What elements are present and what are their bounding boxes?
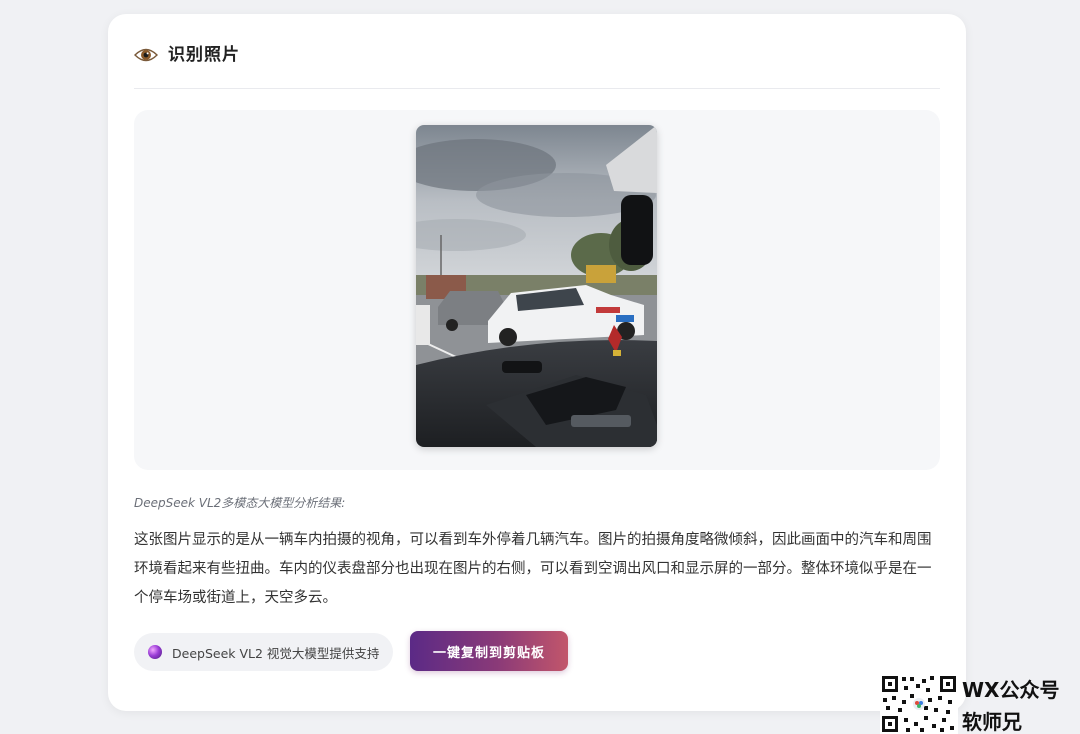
watermark: WX公众号 软师兄 bbox=[880, 672, 1080, 734]
support-label: DeepSeek VL2 视觉大模型提供支持 bbox=[172, 645, 380, 661]
result-text: 这张图片显示的是从一辆车内拍摄的视角，可以看到车外停着几辆汽车。图片的拍摄角度略… bbox=[134, 532, 932, 606]
eye-icon bbox=[134, 47, 158, 63]
card-header: 识别照片 bbox=[134, 42, 940, 89]
card-title: 识别照片 bbox=[168, 45, 240, 65]
uploaded-photo[interactable] bbox=[416, 125, 657, 447]
support-badge: DeepSeek VL2 视觉大模型提供支持 bbox=[134, 633, 394, 671]
photo-preview-panel bbox=[134, 110, 940, 470]
qr-code-icon bbox=[880, 674, 958, 734]
recognize-photo-card: 识别照片 DeepSeek VL2多模态大模型分析结果: 这张图片显示的是从一辆… bbox=[108, 14, 966, 711]
orb-icon bbox=[148, 645, 162, 659]
result-caption: DeepSeek VL2多模态大模型分析结果: bbox=[134, 496, 346, 510]
watermark-line1: WX公众号 bbox=[962, 678, 1060, 702]
page: 识别照片 DeepSeek VL2多模态大模型分析结果: 这张图片显示的是从一辆… bbox=[0, 0, 1080, 734]
copy-to-clipboard-button[interactable]: 一键复制到剪贴板 bbox=[410, 631, 568, 671]
watermark-line2: 软师兄 bbox=[962, 710, 1022, 734]
